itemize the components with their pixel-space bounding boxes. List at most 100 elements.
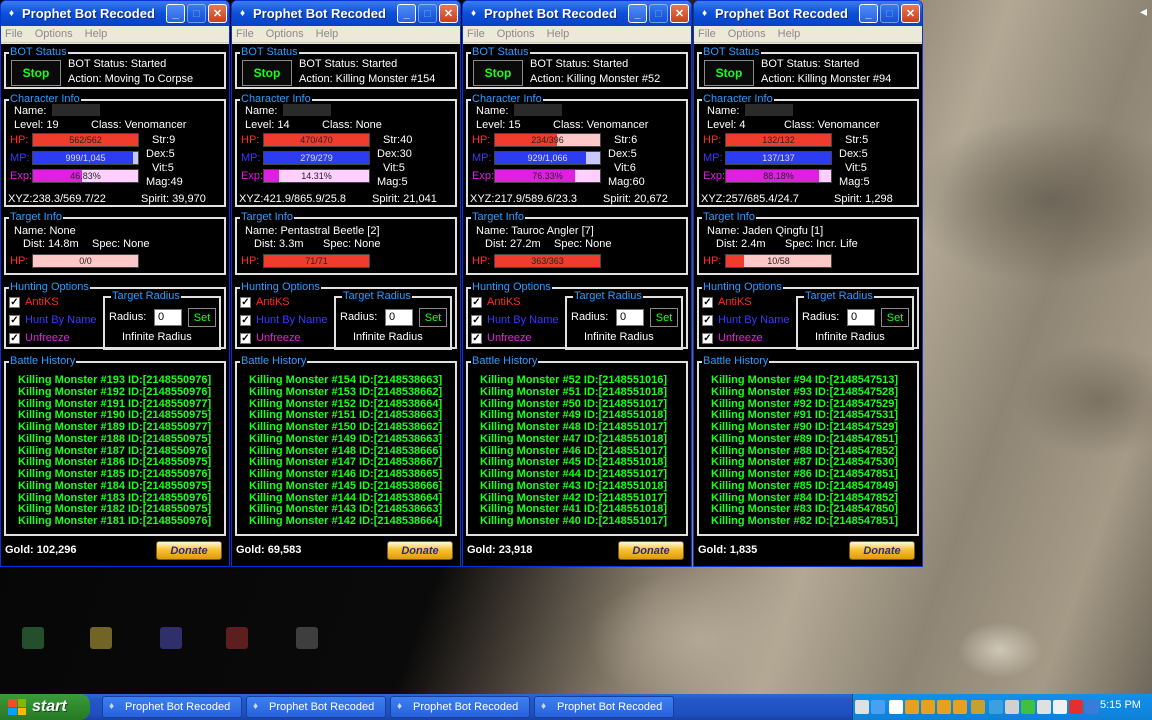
clock[interactable]: 5:15 PM — [1100, 699, 1141, 711]
tray-icon[interactable] — [1005, 700, 1019, 714]
tray-icon[interactable] — [905, 700, 919, 714]
minimize-button[interactable]: _ — [628, 4, 647, 23]
menu-options[interactable]: Options — [266, 28, 304, 40]
hunt-by-name-label[interactable]: Hunt By Name — [256, 313, 328, 327]
tray-icon[interactable] — [1053, 700, 1067, 714]
menu-file[interactable]: File — [467, 28, 485, 40]
tray-icon[interactable] — [855, 700, 869, 714]
battle-history-list[interactable]: Killing Monster #94 ID:[2148547513] Killi… — [711, 374, 915, 528]
desktop-shortcut-icon[interactable] — [226, 627, 248, 649]
tray-icon[interactable] — [921, 700, 935, 714]
menu-file[interactable]: File — [5, 28, 23, 40]
battle-history-list[interactable]: Killing Monster #52 ID:[2148551016] Killi… — [480, 374, 684, 528]
antiks-checkbox[interactable]: ✓ — [471, 297, 482, 308]
unfreeze-label[interactable]: Unfreeze — [256, 331, 301, 345]
hunt-by-name-checkbox[interactable]: ✓ — [9, 315, 20, 326]
target-info-group: Target Info Name: Pentastral Beetle [2] … — [235, 210, 457, 275]
radius-input[interactable]: 0 — [154, 309, 182, 326]
battle-history-list[interactable]: Killing Monster #154 ID:[2148538663] Kill… — [249, 374, 453, 528]
tray-icon[interactable] — [937, 700, 951, 714]
close-button[interactable]: ✕ — [901, 4, 920, 23]
stop-button[interactable]: Stop — [242, 60, 292, 86]
unfreeze-checkbox[interactable]: ✓ — [471, 333, 482, 344]
antiks-label[interactable]: AntiKS — [25, 295, 59, 309]
menu-help[interactable]: Help — [778, 28, 801, 40]
title-bar[interactable]: ♦ Prophet Bot Recoded _ □ ✕ — [1, 1, 229, 26]
donate-button[interactable]: Donate — [618, 541, 684, 560]
bot-status-group: BOT Status Stop BOT Status: Started Acti… — [4, 45, 226, 89]
menu-file[interactable]: File — [236, 28, 254, 40]
close-button[interactable]: ✕ — [670, 4, 689, 23]
battle-history-line: Killing Monster #185 ID:[2148550976] — [18, 468, 212, 480]
minimize-button[interactable]: _ — [397, 4, 416, 23]
stop-button[interactable]: Stop — [704, 60, 754, 86]
menu-help[interactable]: Help — [547, 28, 570, 40]
title-bar[interactable]: ♦ Prophet Bot Recoded _ □ ✕ — [694, 1, 922, 26]
hunt-by-name-label[interactable]: Hunt By Name — [718, 313, 790, 327]
title-bar[interactable]: ♦ Prophet Bot Recoded _ □ ✕ — [232, 1, 460, 26]
taskbar-item[interactable]: ♦ Prophet Bot Recoded — [390, 696, 530, 718]
menu-help[interactable]: Help — [316, 28, 339, 40]
battle-history-list[interactable]: Killing Monster #193 ID:[2148550976] Kill… — [18, 374, 222, 528]
tray-icon[interactable] — [1037, 700, 1051, 714]
tray-icon[interactable] — [953, 700, 967, 714]
donate-button[interactable]: Donate — [387, 541, 453, 560]
taskbar-item[interactable]: ♦ Prophet Bot Recoded — [246, 696, 386, 718]
stop-button[interactable]: Stop — [473, 60, 523, 86]
antiks-checkbox[interactable]: ✓ — [9, 297, 20, 308]
unfreeze-label[interactable]: Unfreeze — [25, 331, 70, 345]
tray-icon[interactable] — [989, 700, 1003, 714]
stop-button[interactable]: Stop — [11, 60, 61, 86]
title-bar[interactable]: ♦ Prophet Bot Recoded _ □ ✕ — [463, 1, 691, 26]
radius-input[interactable]: 0 — [385, 309, 413, 326]
set-radius-button[interactable]: Set — [881, 308, 909, 327]
radius-input[interactable]: 0 — [847, 309, 875, 326]
tray-icon[interactable] — [1085, 700, 1099, 714]
menu-help[interactable]: Help — [85, 28, 108, 40]
set-radius-button[interactable]: Set — [650, 308, 678, 327]
set-radius-button[interactable]: Set — [188, 308, 216, 327]
desktop-shortcut-icon[interactable] — [90, 627, 112, 649]
unfreeze-checkbox[interactable]: ✓ — [702, 333, 713, 344]
menu-options[interactable]: Options — [728, 28, 766, 40]
start-button[interactable]: start — [0, 694, 90, 720]
hunt-by-name-checkbox[interactable]: ✓ — [471, 315, 482, 326]
menu-options[interactable]: Options — [35, 28, 73, 40]
set-radius-button[interactable]: Set — [419, 308, 447, 327]
antiks-checkbox[interactable]: ✓ — [702, 297, 713, 308]
desktop-shortcut-icon[interactable] — [296, 627, 318, 649]
tray-icon[interactable] — [1021, 700, 1035, 714]
close-button[interactable]: ✕ — [439, 4, 458, 23]
close-button[interactable]: ✕ — [208, 4, 227, 23]
unfreeze-checkbox[interactable]: ✓ — [240, 333, 251, 344]
menu-options[interactable]: Options — [497, 28, 535, 40]
taskbar-item[interactable]: ♦ Prophet Bot Recoded — [102, 696, 242, 718]
hunt-by-name-checkbox[interactable]: ✓ — [240, 315, 251, 326]
unfreeze-checkbox[interactable]: ✓ — [9, 333, 20, 344]
antiks-label[interactable]: AntiKS — [256, 295, 290, 309]
tray-icon[interactable] — [971, 700, 985, 714]
char-level: Level: 4 — [707, 119, 746, 131]
minimize-button[interactable]: _ — [166, 4, 185, 23]
tray-icon[interactable] — [871, 700, 885, 714]
tray-icon[interactable] — [1069, 700, 1083, 714]
collapse-arrow-icon[interactable]: ◂ — [1140, 4, 1152, 18]
antiks-checkbox[interactable]: ✓ — [240, 297, 251, 308]
tray-icon[interactable] — [889, 700, 903, 714]
unfreeze-label[interactable]: Unfreeze — [718, 331, 763, 345]
desktop-shortcut-icon[interactable] — [22, 627, 44, 649]
unfreeze-label[interactable]: Unfreeze — [487, 331, 532, 345]
antiks-label[interactable]: AntiKS — [487, 295, 521, 309]
taskbar-item[interactable]: ♦ Prophet Bot Recoded — [534, 696, 674, 718]
antiks-label[interactable]: AntiKS — [718, 295, 752, 309]
radius-input[interactable]: 0 — [616, 309, 644, 326]
donate-button[interactable]: Donate — [849, 541, 915, 560]
donate-button[interactable]: Donate — [156, 541, 222, 560]
desktop-shortcut-icon[interactable] — [160, 627, 182, 649]
hunt-by-name-label[interactable]: Hunt By Name — [25, 313, 97, 327]
menu-file[interactable]: File — [698, 28, 716, 40]
window-content: BOT Status Stop BOT Status: Started Acti… — [694, 44, 922, 566]
hunt-by-name-label[interactable]: Hunt By Name — [487, 313, 559, 327]
hunt-by-name-checkbox[interactable]: ✓ — [702, 315, 713, 326]
minimize-button[interactable]: _ — [859, 4, 878, 23]
